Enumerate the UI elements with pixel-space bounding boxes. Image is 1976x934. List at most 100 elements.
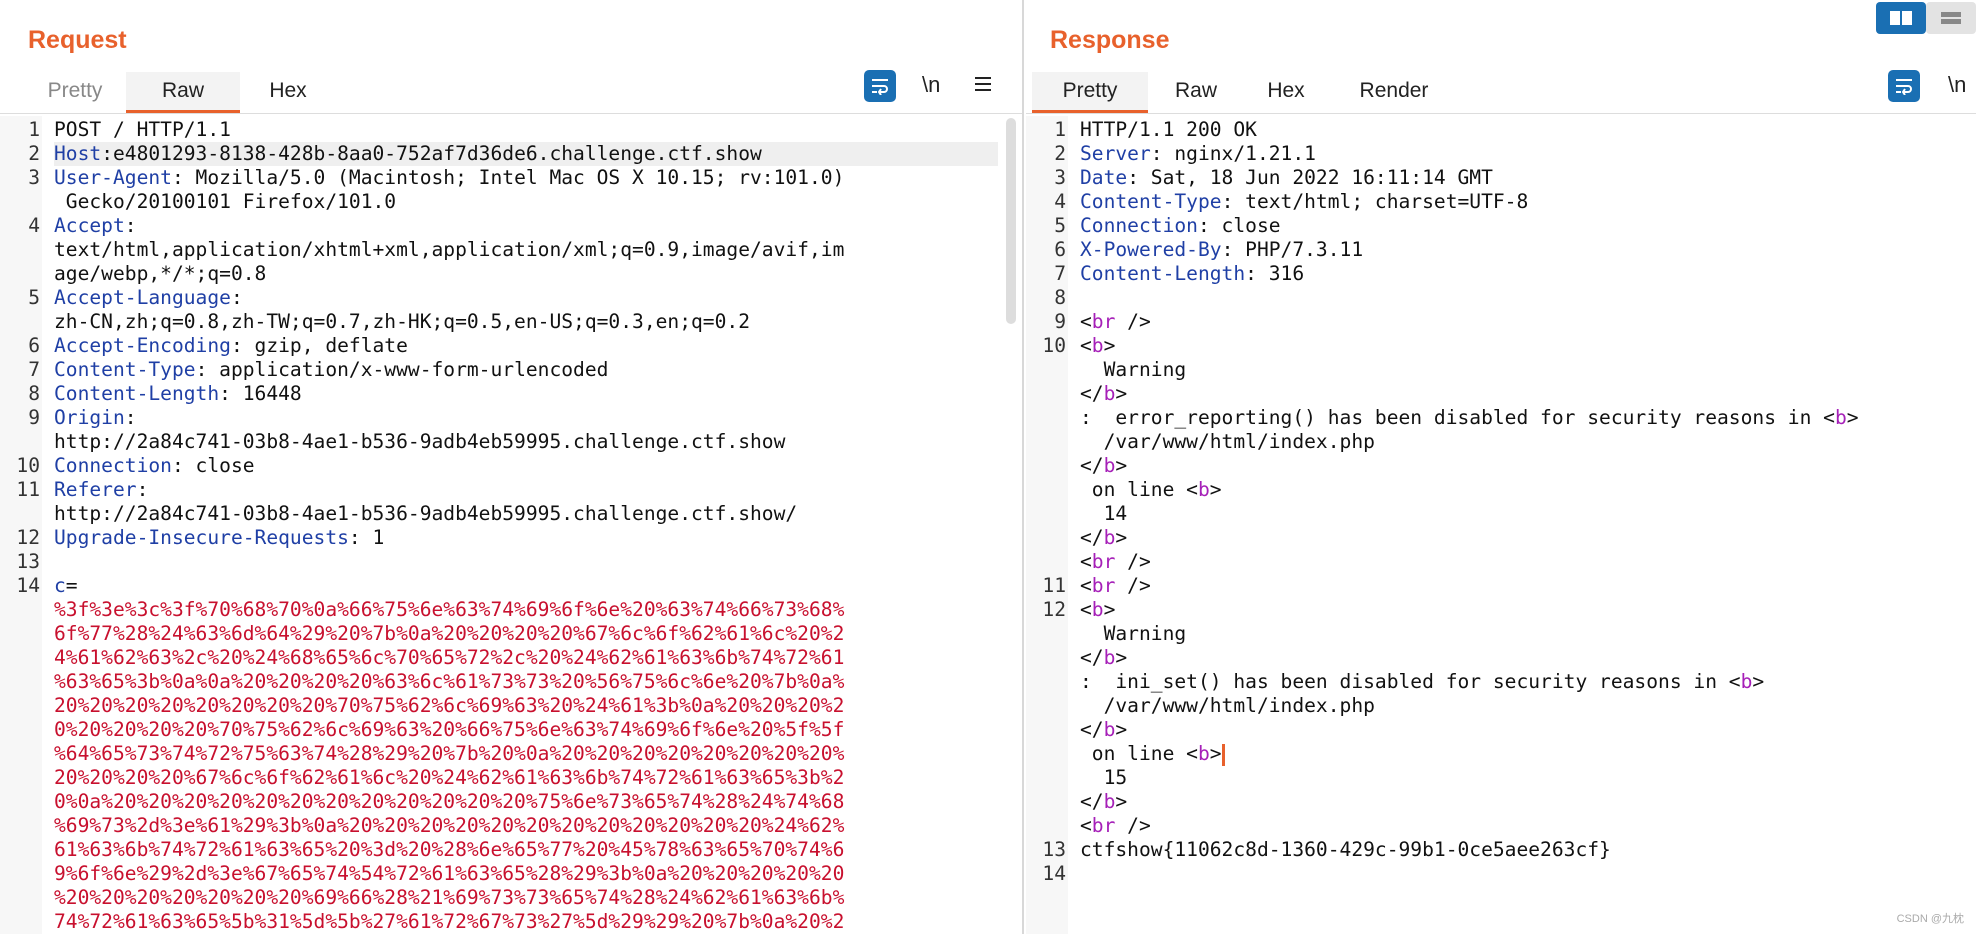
code-token: >	[1115, 718, 1128, 741]
request-title: Request	[28, 26, 127, 54]
code-token: >	[1103, 334, 1116, 357]
line-number: 8	[28, 382, 40, 405]
code-token: :	[230, 286, 243, 309]
code-token: b	[1103, 526, 1116, 549]
code-line: Warning	[1080, 358, 1187, 382]
code-token: %63%65%3b%0a%0a%20%20%20%20%63%6c%61%73%…	[54, 670, 845, 693]
tab-hex[interactable]: Hex	[1244, 72, 1328, 114]
code-line: </b>	[1080, 382, 1127, 406]
tab-raw[interactable]: Raw	[126, 72, 240, 114]
code-token: on line <	[1080, 742, 1198, 765]
response-title: Response	[1050, 26, 1170, 54]
code-token: Content-Length	[54, 382, 220, 405]
code-token: c	[54, 574, 66, 597]
line-number: 8	[1054, 286, 1066, 309]
code-token: : Mozilla/5.0 (Macintosh; Intel Mac OS X…	[171, 166, 845, 189]
code-token: : Sat, 18 Jun 2022 16:11:14 GMT	[1127, 166, 1493, 189]
request-scrollbar[interactable]	[1006, 118, 1016, 324]
code-line: 61%63%6b%74%72%61%63%65%20%3d%20%28%6e%6…	[54, 838, 844, 862]
code-token: 74%72%61%63%65%5b%31%5d%5b%27%61%72%67%7…	[54, 910, 845, 933]
code-token: Warning	[1080, 358, 1187, 381]
code-token: Upgrade-Insecure-Requests	[54, 526, 349, 549]
line-number: 7	[1054, 262, 1066, 285]
request-editor[interactable]: 1 POST / HTTP/1.1 2 Host:e4801293-8138-428b…	[0, 116, 1022, 934]
code-line: <br />	[1080, 574, 1151, 598]
line-number: 7	[28, 358, 40, 381]
code-token: </	[1080, 790, 1104, 813]
code-token: <	[1080, 550, 1092, 573]
line-number: 9	[28, 406, 40, 429]
code-token: b	[1197, 742, 1210, 765]
code-token: Server	[1080, 142, 1151, 165]
wrap-icon[interactable]	[864, 70, 896, 102]
code-token: br	[1091, 814, 1116, 837]
code-token: : 316	[1245, 262, 1305, 285]
code-token: %64%65%73%74%72%75%63%74%28%29%20%7b%20%…	[54, 742, 845, 765]
code-token: : 16448	[219, 382, 302, 405]
code-token: >	[1103, 598, 1116, 621]
code-token: :e4801293-8138-428b-8aa0-752af7d36de6.ch…	[101, 142, 762, 165]
line-number: 12	[16, 526, 40, 549]
code-line: Server: nginx/1.21.1	[1080, 142, 1316, 166]
line-number: 6	[1054, 238, 1066, 261]
code-token: :	[136, 478, 149, 501]
code-token: >	[1115, 454, 1128, 477]
menu-icon[interactable]	[974, 72, 992, 98]
code-token: : nginx/1.21.1	[1150, 142, 1316, 165]
code-token: Content-Length	[1080, 262, 1246, 285]
split-horizontal-icon[interactable]	[1876, 2, 1926, 34]
code-token: 15	[1080, 766, 1128, 789]
tab-render[interactable]: Render	[1332, 72, 1456, 114]
request-pane: Request Pretty Raw Hex \n 1 POST / HTTP/1…	[0, 0, 1024, 934]
code-token: Date	[1080, 166, 1128, 189]
code-line: Accept-Language:	[54, 286, 243, 310]
code-token: br	[1091, 574, 1116, 597]
code-line: http://2a84c741-03b8-4ae1-b536-9adb4eb59…	[54, 502, 797, 526]
code-line: </b>	[1080, 646, 1127, 670]
code-token: b	[1834, 406, 1847, 429]
line-number: 1	[1054, 118, 1066, 141]
response-editor[interactable]: 1 HTTP/1.1 200 OK 2 Server: nginx/1.21.1 3 Da…	[1026, 116, 1976, 934]
tab-divider	[0, 113, 1022, 114]
code-token: b	[1103, 382, 1116, 405]
code-line: /var/www/html/index.php	[1080, 694, 1375, 718]
tab-pretty[interactable]: Pretty	[1032, 72, 1148, 114]
code-token: on line <	[1080, 478, 1198, 501]
code-line: Upgrade-Insecure-Requests: 1	[54, 526, 384, 550]
code-line: /var/www/html/index.php	[1080, 430, 1375, 454]
newline-icon[interactable]: \n	[1948, 72, 1966, 98]
code-line: %64%65%73%74%72%75%63%74%28%29%20%7b%20%…	[54, 742, 844, 766]
code-token: </	[1080, 646, 1104, 669]
code-line: Date: Sat, 18 Jun 2022 16:11:14 GMT	[1080, 166, 1493, 190]
code-line: <b>	[1080, 334, 1115, 358]
code-line: </b>	[1080, 790, 1127, 814]
code-token: >	[1209, 478, 1222, 501]
code-token: Host	[54, 142, 102, 165]
code-token: b	[1103, 646, 1116, 669]
line-number: 5	[1054, 214, 1066, 237]
code-line: <br />	[1080, 814, 1151, 838]
code-token: <	[1080, 574, 1092, 597]
code-line: Connection: close	[54, 454, 255, 478]
code-token: b	[1103, 718, 1116, 741]
code-token: :	[124, 214, 137, 237]
code-token: : error_reporting() has been disabled fo…	[1080, 406, 1835, 429]
code-token: text/html,application/xhtml+xml,applicat…	[54, 238, 845, 261]
code-token: />	[1115, 574, 1151, 597]
code-token: >	[1115, 790, 1128, 813]
code-line: HTTP/1.1 200 OK	[1080, 118, 1257, 142]
split-vertical-icon[interactable]	[1926, 2, 1976, 34]
code-token: >	[1209, 742, 1222, 765]
tab-pretty[interactable]: Pretty	[20, 72, 130, 114]
code-token: Origin	[54, 406, 125, 429]
tab-raw[interactable]: Raw	[1148, 72, 1244, 114]
code-token: </	[1080, 454, 1104, 477]
tab-hex[interactable]: Hex	[246, 72, 330, 114]
newline-icon[interactable]: \n	[922, 72, 940, 98]
text-cursor	[1221, 743, 1225, 766]
code-token: b	[1197, 478, 1210, 501]
code-token: b	[1103, 454, 1116, 477]
code-line: Content-Length: 316	[1080, 262, 1304, 286]
line-number: 6	[28, 334, 40, 357]
wrap-icon[interactable]	[1888, 70, 1920, 102]
